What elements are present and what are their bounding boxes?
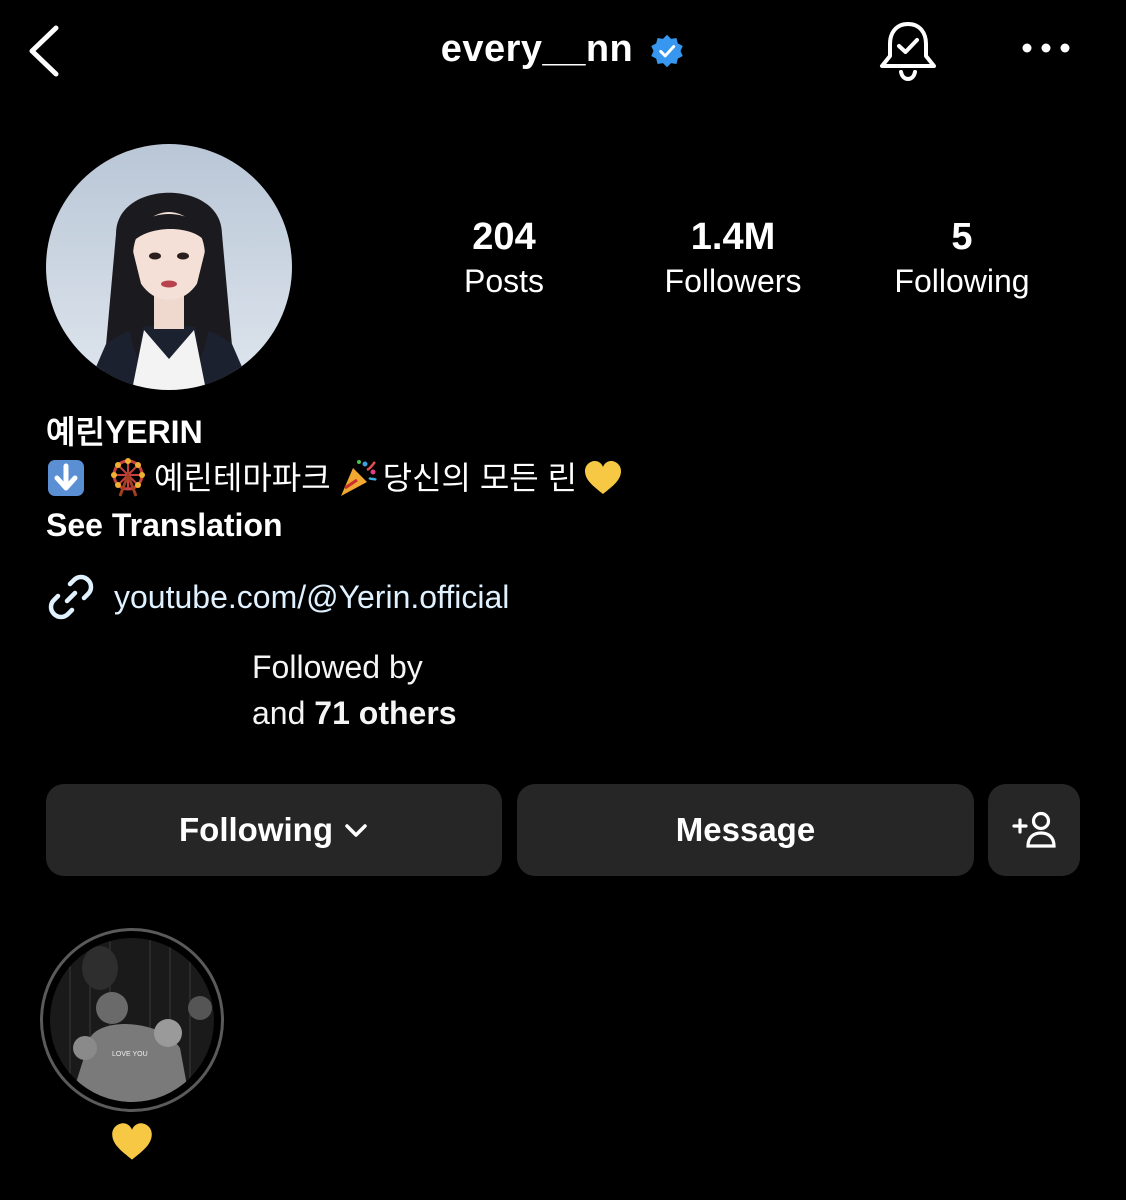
followed-by-prefix: and — [252, 695, 306, 731]
party-popper-emoji-icon — [340, 460, 377, 496]
followed-by-count: 71 others — [314, 695, 457, 731]
bell-check-icon — [880, 22, 936, 82]
see-translation-link[interactable]: See Translation — [46, 505, 283, 545]
followed-by-text[interactable]: Followed by and 71 others — [252, 644, 457, 736]
verified-badge-icon — [651, 34, 683, 68]
suggested-people-button[interactable] — [988, 784, 1080, 876]
following-button[interactable]: Following — [46, 784, 502, 876]
highlight-label — [108, 1120, 156, 1164]
profile-link[interactable]: youtube.com/@Yerin.official — [46, 572, 509, 622]
highlight-cover-image: LOVE YOU — [50, 938, 214, 1102]
followed-by-line-1: Followed by — [252, 649, 423, 685]
profile-link-text: youtube.com/@Yerin.official — [114, 579, 510, 615]
posts-label: Posts — [463, 263, 545, 299]
following-count: 5 — [951, 216, 973, 258]
add-person-icon — [1012, 811, 1056, 848]
posts-count: 204 — [472, 216, 536, 258]
bio-text-part-2: 당신의 모든 린 — [382, 460, 578, 496]
posts-stat[interactable]: 204 Posts — [404, 214, 604, 302]
chevron-down-icon — [345, 824, 367, 837]
profile-avatar[interactable] — [46, 144, 292, 390]
following-label: Following — [894, 263, 1030, 299]
down-arrow-emoji-icon — [48, 460, 84, 496]
yellow-heart-emoji-icon — [112, 1123, 152, 1160]
followers-stat[interactable]: 1.4M Followers — [633, 214, 833, 302]
notifications-button[interactable] — [876, 18, 940, 84]
followers-count: 1.4M — [690, 216, 776, 258]
profile-display-name: 예린YERIN — [46, 414, 203, 450]
profile-header-title: every__nn — [0, 24, 1126, 74]
highlight-image-text: LOVE YOU — [112, 1051, 148, 1058]
avatar-image — [46, 144, 292, 390]
bio-text-part-1: 예린테마파크 — [154, 460, 331, 496]
story-highlight[interactable]: LOVE YOU — [40, 928, 224, 1112]
more-options-button[interactable] — [1018, 30, 1074, 66]
link-icon — [48, 574, 94, 620]
username-title: every__nn — [440, 27, 634, 70]
message-button[interactable]: Message — [517, 784, 974, 876]
yellow-heart-emoji-icon — [585, 461, 622, 494]
followers-label: Followers — [664, 263, 802, 299]
bio-text: 예린테마파크 당신의 모든 린 — [46, 456, 623, 500]
message-button-label: Message — [675, 811, 816, 848]
following-button-label: Following — [179, 811, 333, 848]
ferris-wheel-emoji-icon — [111, 458, 145, 497]
followed-by-line-2: and 71 others — [252, 690, 457, 736]
following-stat[interactable]: 5 Following — [862, 214, 1062, 302]
more-horizontal-icon — [1022, 43, 1070, 53]
